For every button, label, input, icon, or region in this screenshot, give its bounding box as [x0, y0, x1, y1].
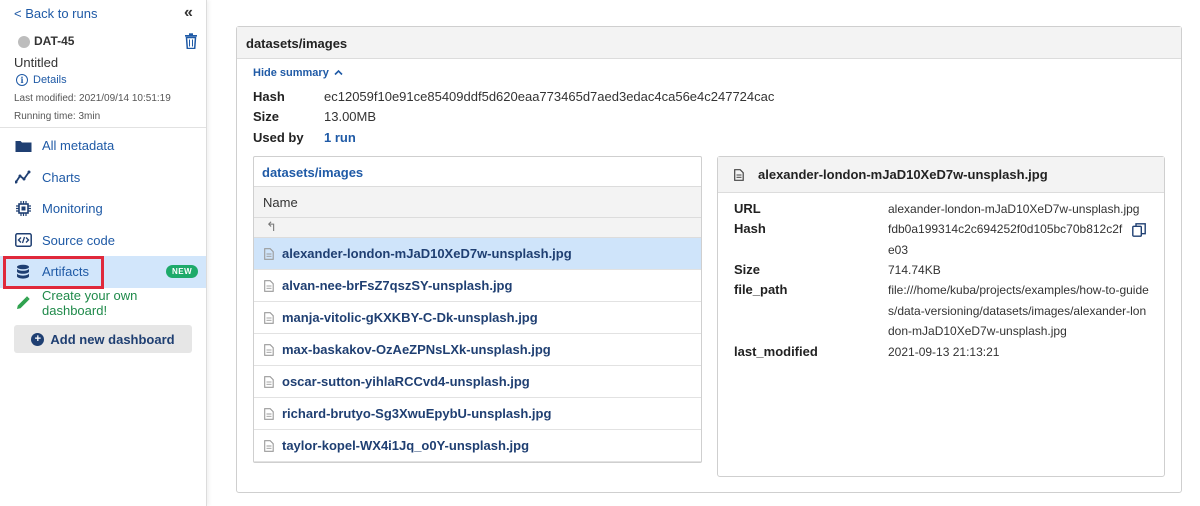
used-by-runs-link[interactable]: 1 run — [324, 130, 356, 145]
sidebar-item-label: Artifacts — [42, 264, 89, 280]
detail-last-modified-value: 2021-09-13 21:13:21 — [888, 345, 1000, 359]
run-name: Untitled — [14, 55, 59, 70]
create-dashboard-link[interactable]: Create your own dashboard! — [0, 288, 206, 320]
file-browser-path[interactable]: datasets/images — [254, 157, 701, 187]
file-row[interactable]: richard-brutyo-Sg3XwuEpybU-unsplash.jpg — [254, 398, 701, 430]
file-row[interactable]: oscar-sutton-yihlaRCCvd4-unsplash.jpg — [254, 366, 701, 398]
file-name: max-baskakov-OzAeZPNsLXk-unsplash.jpg — [282, 342, 551, 357]
summary-size-label: Size — [253, 109, 280, 124]
file-name: richard-brutyo-Sg3XwuEpybU-unsplash.jpg — [282, 406, 552, 421]
sidebar-item-label: Source code — [42, 232, 115, 248]
file-name: manja-vitolic-gKXKBY-C-Dk-unsplash.jpg — [282, 310, 538, 325]
detail-file-path-label: file_path — [734, 282, 788, 297]
database-icon — [14, 263, 32, 281]
sidebar: < Back to runs « DAT-45 Untitled i Detai… — [0, 0, 207, 506]
detail-url-label: URL — [734, 201, 761, 216]
trash-icon[interactable] — [184, 33, 198, 49]
file-row[interactable]: taylor-kopel-WX4i1Jq_o0Y-unsplash.jpg — [254, 430, 701, 462]
sidebar-item-charts[interactable]: Charts — [0, 162, 206, 194]
chevron-up-icon — [334, 69, 343, 76]
sidebar-item-label: Monitoring — [42, 201, 103, 217]
sidebar-item-label: All metadata — [42, 138, 115, 154]
file-icon — [264, 311, 274, 324]
detail-hash-label: Hash — [734, 221, 766, 236]
copy-icon[interactable] — [1132, 223, 1146, 237]
new-badge: NEW — [166, 265, 199, 278]
sidebar-nav: All metadata Charts Monitoring Source co… — [0, 130, 206, 319]
file-detail-panel: alexander-london-mJaD10XeD7w-unsplash.jp… — [717, 156, 1165, 477]
go-up-icon[interactable]: ↰ — [254, 218, 701, 238]
hide-summary-label: Hide summary — [253, 67, 329, 79]
detail-last-modified-label: last_modified — [734, 344, 818, 359]
file-row[interactable]: alvan-nee-brFsZ7qszSY-unsplash.jpg — [254, 270, 701, 302]
file-name: alvan-nee-brFsZ7qszSY-unsplash.jpg — [282, 278, 513, 293]
file-browser: datasets/images Name ↰ alexander-london-… — [253, 156, 702, 463]
back-to-runs-link[interactable]: < Back to runs — [14, 6, 97, 21]
detail-hash-value: fdb0a199314c2c694252f0d105bc70b812c2fe03 — [888, 222, 1123, 257]
details-link[interactable]: i Details — [16, 74, 67, 86]
run-status-icon — [18, 36, 30, 48]
summary-hash-value: ec12059f10e91ce85409ddf5d620eaa773465d7a… — [324, 89, 775, 104]
code-icon — [14, 231, 32, 249]
sidebar-item-label: Charts — [42, 169, 81, 185]
file-icon — [264, 439, 274, 452]
pencil-icon — [14, 294, 32, 312]
file-row[interactable]: max-baskakov-OzAeZPNsLXk-unsplash.jpg — [254, 334, 701, 366]
file-row[interactable]: alexander-london-mJaD10XeD7w-unsplash.jp… — [254, 238, 701, 270]
file-detail-header: alexander-london-mJaD10XeD7w-unsplash.jp… — [718, 157, 1164, 193]
summary-hash-label: Hash — [253, 89, 285, 104]
detail-size-label: Size — [734, 262, 761, 277]
detail-size-value: 714.74KB — [888, 263, 941, 277]
file-icon — [264, 247, 274, 260]
file-icon — [264, 375, 274, 388]
run-header: DAT-45 — [14, 33, 199, 51]
folder-icon — [14, 137, 32, 155]
panel-title: datasets/images — [237, 27, 1181, 59]
add-dashboard-label: Add new dashboard — [50, 331, 175, 347]
info-icon: i — [16, 74, 28, 86]
line-chart-icon — [14, 168, 32, 186]
file-icon — [264, 407, 274, 420]
collapse-sidebar-icon[interactable]: « — [184, 4, 193, 22]
sidebar-item-monitoring[interactable]: Monitoring — [0, 193, 206, 225]
name-column-header[interactable]: Name — [254, 187, 701, 218]
artifact-panel: datasets/images Hide summary Hash ec1205… — [236, 26, 1182, 493]
cpu-chip-icon — [14, 200, 32, 218]
file-list: alexander-london-mJaD10XeD7w-unsplash.jp… — [254, 238, 701, 462]
sidebar-item-all-metadata[interactable]: All metadata — [0, 130, 206, 162]
add-dashboard-button[interactable]: + Add new dashboard — [14, 325, 192, 353]
file-icon — [264, 279, 274, 292]
run-id: DAT-45 — [34, 34, 75, 48]
detail-file-path-value: file:///home/kuba/projects/examples/how-… — [888, 283, 1149, 338]
details-label: Details — [33, 74, 67, 86]
running-time-text: Running time: 3min — [14, 111, 101, 122]
sidebar-item-source-code[interactable]: Source code — [0, 225, 206, 257]
sidebar-divider — [0, 127, 206, 128]
file-detail-title: alexander-london-mJaD10XeD7w-unsplash.jp… — [758, 167, 1048, 182]
hide-summary-toggle[interactable]: Hide summary — [253, 67, 343, 79]
file-name: oscar-sutton-yihlaRCCvd4-unsplash.jpg — [282, 374, 530, 389]
detail-url-value: alexander-london-mJaD10XeD7w-unsplash.jp… — [888, 202, 1140, 216]
last-modified-text: Last modified: 2021/09/14 10:51:19 — [14, 93, 171, 104]
sidebar-item-label: Create your own dashboard! — [42, 288, 138, 319]
summary-size-value: 13.00MB — [324, 109, 377, 124]
file-icon — [734, 168, 744, 181]
file-name: alexander-london-mJaD10XeD7w-unsplash.jp… — [282, 246, 572, 261]
sidebar-item-artifacts[interactable]: Artifacts NEW — [0, 256, 206, 288]
file-icon — [264, 343, 274, 356]
summary-used-by-label: Used by — [253, 130, 304, 145]
plus-icon: + — [31, 332, 45, 346]
file-name: taylor-kopel-WX4i1Jq_o0Y-unsplash.jpg — [282, 438, 530, 453]
file-row[interactable]: manja-vitolic-gKXKBY-C-Dk-unsplash.jpg — [254, 302, 701, 334]
